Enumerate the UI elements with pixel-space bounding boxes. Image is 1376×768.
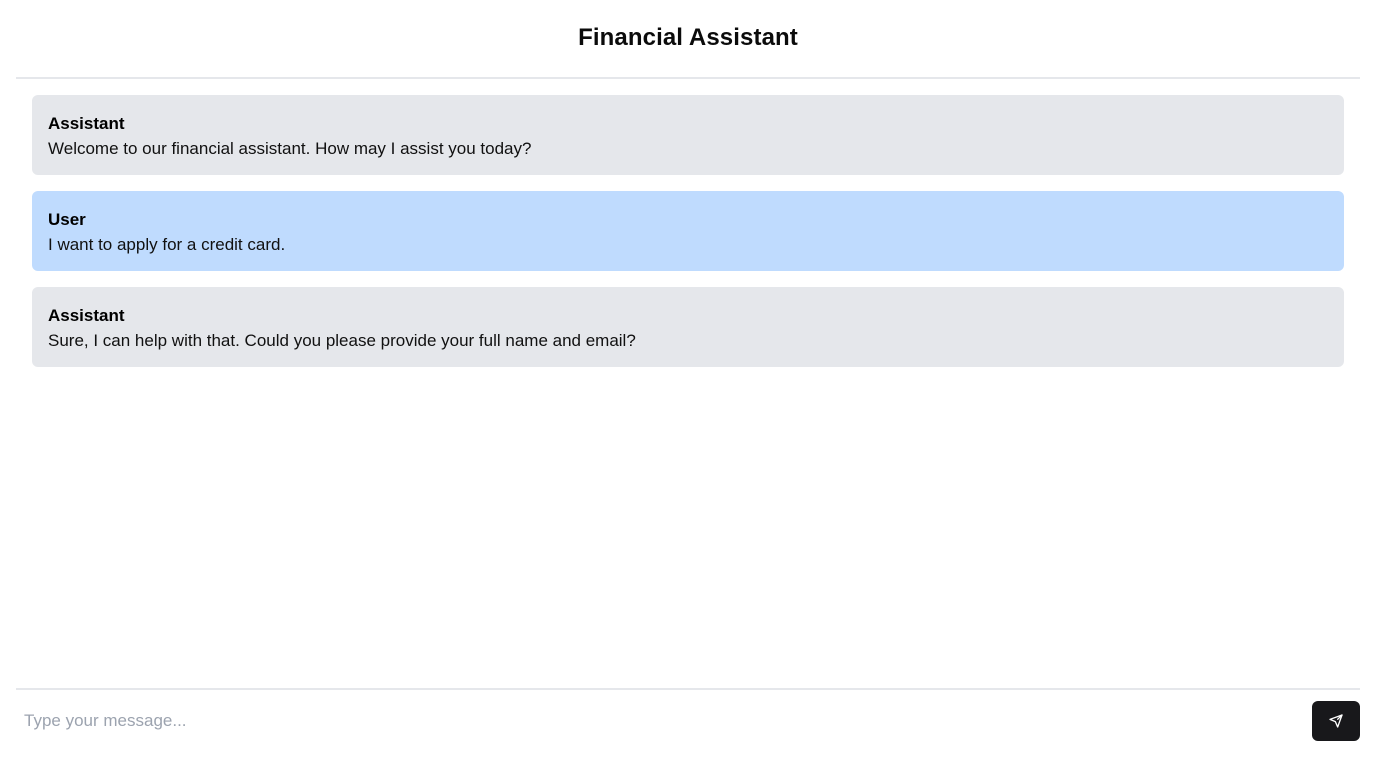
message-text: I want to apply for a credit card. (48, 235, 286, 254)
send-button[interactable] (1312, 701, 1360, 741)
message-assistant: Assistant Welcome to our financial assis… (32, 95, 1344, 175)
message-sender: Assistant (48, 114, 125, 133)
chat-app: Financial Assistant Assistant Welcome to… (0, 0, 1376, 768)
message-list: Assistant Welcome to our financial assis… (16, 79, 1360, 367)
message-sender: Assistant (48, 306, 125, 325)
send-icon (1329, 714, 1343, 728)
message-input[interactable] (16, 701, 1312, 741)
message-text: Sure, I can help with that. Could you pl… (48, 331, 636, 350)
message-sender: User (48, 210, 86, 229)
message-user: User I want to apply for a credit card. (32, 191, 1344, 271)
message-assistant: Assistant Sure, I can help with that. Co… (32, 287, 1344, 367)
chat-header: Financial Assistant (16, 0, 1360, 79)
message-composer (16, 688, 1360, 768)
page-title: Financial Assistant (578, 23, 798, 51)
message-text: Welcome to our financial assistant. How … (48, 139, 532, 158)
